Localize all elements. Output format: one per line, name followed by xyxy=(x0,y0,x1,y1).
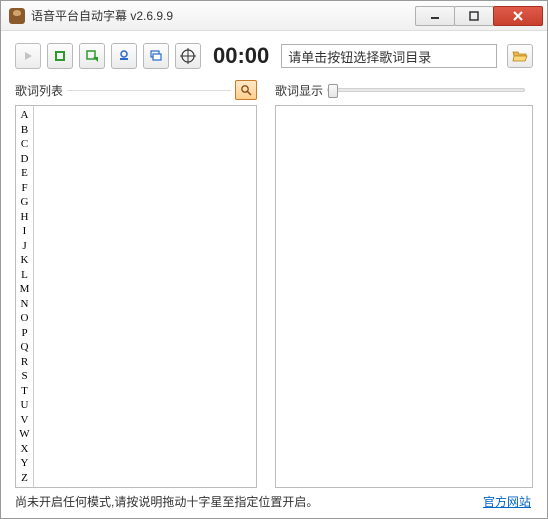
app-icon xyxy=(9,8,25,24)
official-site-link[interactable]: 官方网站 xyxy=(483,493,531,510)
alpha-letter[interactable]: Y xyxy=(16,456,33,471)
alpha-letter[interactable]: S xyxy=(16,369,33,384)
play-icon xyxy=(22,50,34,62)
alpha-letter[interactable]: P xyxy=(16,326,33,341)
alpha-letter[interactable]: J xyxy=(16,239,33,254)
maximize-icon xyxy=(469,11,479,21)
alpha-letter[interactable]: C xyxy=(16,137,33,152)
layers-button[interactable] xyxy=(143,43,169,69)
alpha-letter[interactable]: I xyxy=(16,224,33,239)
lyrics-display-body xyxy=(275,105,533,488)
time-display: 00:00 xyxy=(213,43,269,69)
progress-slider[interactable] xyxy=(327,88,533,92)
divider xyxy=(67,90,231,91)
app-window: 语音平台自动字幕 v2.6.9.9 xyxy=(0,0,548,519)
maximize-button[interactable] xyxy=(454,6,494,26)
alpha-letter[interactable]: L xyxy=(16,268,33,283)
folder-open-icon xyxy=(512,49,528,63)
search-button[interactable] xyxy=(235,80,257,100)
alpha-letter[interactable]: F xyxy=(16,181,33,196)
crosshair-icon xyxy=(180,48,196,64)
alpha-letter[interactable]: H xyxy=(16,210,33,225)
alphabet-index[interactable]: ABCDEFGHIJKLMNOPQRSTUVWXYZ xyxy=(16,106,34,487)
close-button[interactable] xyxy=(493,6,543,26)
alpha-letter[interactable]: W xyxy=(16,427,33,442)
alpha-letter[interactable]: D xyxy=(16,152,33,167)
alpha-letter[interactable]: E xyxy=(16,166,33,181)
lyrics-list-label: 歌词列表 xyxy=(15,82,63,99)
minimize-button[interactable] xyxy=(415,6,455,26)
lyrics-list-area[interactable] xyxy=(34,106,256,487)
titlebar: 语音平台自动字幕 v2.6.9.9 xyxy=(1,1,547,31)
directory-input[interactable] xyxy=(281,44,497,68)
toolbar: 00:00 xyxy=(15,43,533,69)
settings-button[interactable] xyxy=(111,43,137,69)
slider-thumb[interactable] xyxy=(328,84,338,98)
play-button[interactable] xyxy=(15,43,41,69)
lyrics-list-header: 歌词列表 xyxy=(15,79,257,101)
window-controls xyxy=(416,6,543,26)
lyrics-list-body: ABCDEFGHIJKLMNOPQRSTUVWXYZ xyxy=(15,105,257,488)
alpha-letter[interactable]: U xyxy=(16,398,33,413)
panels: 歌词列表 ABCDEFGHIJKLMNOPQRSTUVWXYZ 歌词显示 xyxy=(15,79,533,488)
layers-icon xyxy=(149,49,163,63)
alpha-letter[interactable]: A xyxy=(16,108,33,123)
lyrics-list-panel: 歌词列表 ABCDEFGHIJKLMNOPQRSTUVWXYZ xyxy=(15,79,257,488)
content-area: 00:00 歌词列表 ABCDEFGHIJKLMNOPQRSTUVWXYZ xyxy=(1,31,547,518)
alpha-letter[interactable]: Q xyxy=(16,340,33,355)
search-icon xyxy=(240,84,252,96)
window-title: 语音平台自动字幕 v2.6.9.9 xyxy=(31,7,416,24)
alpha-letter[interactable]: N xyxy=(16,297,33,312)
alpha-letter[interactable]: X xyxy=(16,442,33,457)
alpha-letter[interactable]: R xyxy=(16,355,33,370)
close-icon xyxy=(512,10,524,22)
alpha-letter[interactable]: G xyxy=(16,195,33,210)
alpha-letter[interactable]: B xyxy=(16,123,33,138)
crosshair-button[interactable] xyxy=(175,43,201,69)
stop-icon xyxy=(54,50,66,62)
stop-button[interactable] xyxy=(47,43,73,69)
lyrics-display-label: 歌词显示 xyxy=(275,82,323,99)
lyrics-display-panel: 歌词显示 xyxy=(275,79,533,488)
alpha-letter[interactable]: O xyxy=(16,311,33,326)
alpha-letter[interactable]: V xyxy=(16,413,33,428)
slider-track xyxy=(327,88,525,92)
settings-icon xyxy=(117,49,131,63)
export-icon xyxy=(85,49,99,63)
status-text: 尚未开启任何模式,请按说明拖动十字星至指定位置开启。 xyxy=(15,493,483,510)
alpha-letter[interactable]: M xyxy=(16,282,33,297)
browse-button[interactable] xyxy=(507,44,533,68)
minimize-icon xyxy=(430,11,440,21)
alpha-letter[interactable]: K xyxy=(16,253,33,268)
alpha-letter[interactable]: Z xyxy=(16,471,33,486)
lyrics-display-header: 歌词显示 xyxy=(275,79,533,101)
export-button[interactable] xyxy=(79,43,105,69)
statusbar: 尚未开启任何模式,请按说明拖动十字星至指定位置开启。 官方网站 xyxy=(15,488,533,512)
alpha-letter[interactable]: T xyxy=(16,384,33,399)
